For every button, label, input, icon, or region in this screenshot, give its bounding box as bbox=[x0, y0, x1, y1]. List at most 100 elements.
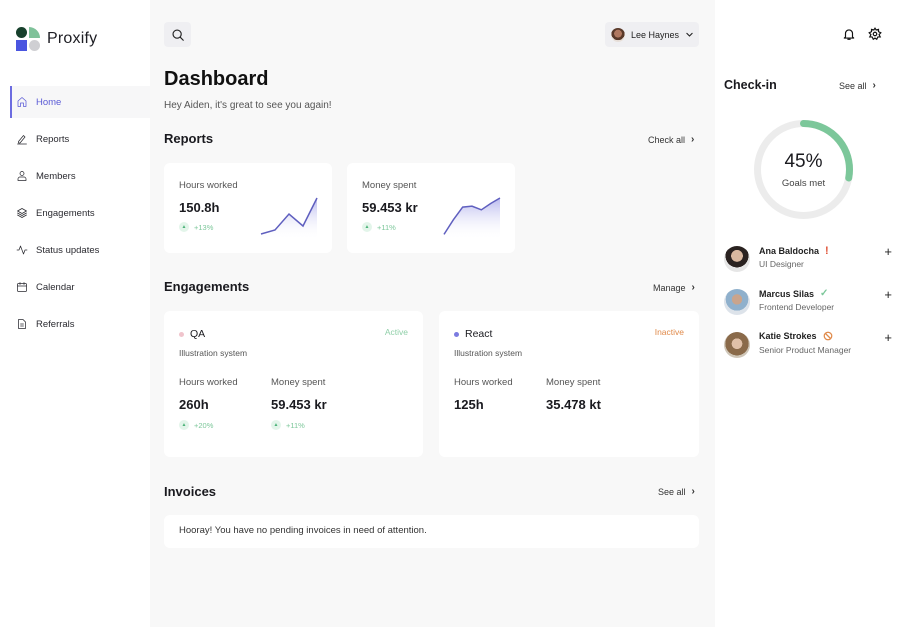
money-label: Money spent bbox=[271, 377, 326, 388]
delta-value: +20% bbox=[194, 420, 214, 430]
sidebar-item-label: Referrals bbox=[36, 318, 75, 330]
report-card-hours[interactable]: Hours worked 150.8h ▲ +13% bbox=[164, 163, 332, 253]
invoices-see-all-link[interactable]: See all › bbox=[658, 486, 695, 497]
blocked-icon bbox=[823, 331, 832, 341]
money-value: 59.453 kr bbox=[271, 397, 327, 412]
chevron-right-icon: › bbox=[691, 486, 695, 497]
engagement-name: QA bbox=[179, 328, 205, 340]
layers-icon bbox=[17, 208, 27, 218]
see-all-label: See all bbox=[658, 486, 686, 497]
pencil-icon bbox=[17, 135, 27, 145]
delta-value: +13% bbox=[194, 222, 214, 232]
member-item[interactable]: Ana Baldocha ! UI Designer + bbox=[724, 244, 892, 274]
user-icon bbox=[17, 171, 27, 181]
hours-label: Hours worked bbox=[454, 377, 513, 388]
sidebar-item-label: Status updates bbox=[36, 244, 100, 256]
member-name-text: Marcus Silas bbox=[759, 288, 815, 299]
member-name: Marcus Silas ✓ bbox=[759, 288, 828, 299]
sparkline-money bbox=[443, 197, 501, 240]
add-checkin-button[interactable]: + bbox=[884, 244, 892, 259]
report-label: Money spent bbox=[362, 180, 417, 191]
goals-progress-ring: 45% Goals met bbox=[752, 118, 855, 221]
checkin-see-all-link[interactable]: See all › bbox=[839, 80, 876, 91]
sidebar-item-members[interactable]: Members bbox=[10, 160, 150, 192]
status-dot bbox=[454, 331, 459, 337]
engagement-name: React bbox=[454, 328, 492, 340]
chevron-right-icon: › bbox=[872, 80, 876, 91]
add-checkin-button[interactable]: + bbox=[884, 287, 892, 302]
engagement-card-react[interactable]: React Inactive Illustration system Hours… bbox=[439, 311, 699, 457]
report-value: 59.453 kr bbox=[362, 200, 418, 215]
report-card-money[interactable]: Money spent 59.453 kr ▲ +11% bbox=[347, 163, 515, 253]
engagement-description: Illustration system bbox=[454, 348, 523, 358]
hours-label: Hours worked bbox=[179, 377, 238, 388]
engagement-name-text: QA bbox=[190, 328, 206, 340]
bell-icon bbox=[843, 29, 855, 40]
report-delta: ▲ +11% bbox=[362, 222, 396, 232]
sidebar-item-label: Calendar bbox=[36, 281, 75, 293]
invoices-title: Invoices bbox=[164, 484, 217, 499]
activity-icon bbox=[16, 245, 28, 255]
settings-button[interactable] bbox=[867, 26, 883, 42]
status-badge: Active bbox=[384, 327, 408, 337]
sidebar-item-status-updates[interactable]: Status updates bbox=[10, 234, 150, 266]
report-label: Hours worked bbox=[179, 180, 238, 191]
sidebar-item-label: Members bbox=[36, 170, 76, 182]
page-title: Dashboard bbox=[164, 68, 269, 90]
add-checkin-button[interactable]: + bbox=[884, 330, 892, 345]
sidebar-item-engagements[interactable]: Engagements bbox=[10, 197, 150, 229]
invoices-card: Hooray! You have no pending invoices in … bbox=[164, 515, 699, 548]
chevron-right-icon: › bbox=[691, 134, 695, 145]
check-all-link[interactable]: Check all › bbox=[648, 134, 694, 145]
manage-label: Manage bbox=[653, 282, 686, 293]
search-button[interactable] bbox=[164, 22, 191, 47]
hours-value: 260h bbox=[179, 397, 209, 412]
sidebar-item-reports[interactable]: Reports bbox=[10, 123, 150, 155]
goals-percent: 45% bbox=[784, 151, 823, 172]
alert-icon: ! bbox=[825, 245, 829, 257]
money-label: Money spent bbox=[546, 377, 601, 388]
notifications-button[interactable] bbox=[841, 26, 857, 42]
sidebar-item-referrals[interactable]: Referrals bbox=[10, 308, 150, 340]
sidebar-item-label: Engagements bbox=[36, 207, 95, 219]
logo[interactable]: Proxify bbox=[16, 27, 97, 51]
search-icon bbox=[171, 28, 184, 41]
checkin-title: Check-in bbox=[724, 78, 777, 92]
avatar bbox=[724, 289, 750, 315]
delta-value: +11% bbox=[377, 222, 396, 232]
member-item[interactable]: Katie Strokes Senior Product Manager + bbox=[724, 330, 892, 360]
engagement-name-text: React bbox=[465, 328, 493, 340]
goals-label: Goals met bbox=[781, 178, 826, 189]
trend-up-icon: ▲ bbox=[271, 420, 281, 430]
trend-up-icon: ▲ bbox=[179, 420, 189, 430]
member-item[interactable]: Marcus Silas ✓ Frontend Developer + bbox=[724, 287, 892, 317]
member-role: Senior Product Manager bbox=[759, 345, 852, 355]
checkin-panel: Check-in See all › 45% Goals met Ana Bal… bbox=[715, 0, 900, 627]
sidebar-item-home[interactable]: Home bbox=[10, 86, 150, 118]
avatar bbox=[611, 27, 625, 42]
status-badge: Inactive bbox=[654, 327, 684, 337]
money-delta: ▲ +11% bbox=[271, 420, 305, 430]
sidebar-item-label: Home bbox=[36, 96, 62, 108]
sidebar-item-calendar[interactable]: Calendar bbox=[10, 271, 150, 303]
sparkline-area bbox=[261, 198, 317, 240]
sidebar: Proxify Home Reports Members Engagements… bbox=[0, 0, 150, 627]
engagement-card-qa[interactable]: QA Active Illustration system Hours work… bbox=[164, 311, 423, 457]
hours-delta: ▲ +20% bbox=[179, 420, 213, 430]
user-name: Lee Haynes bbox=[631, 29, 680, 40]
home-icon bbox=[17, 97, 27, 107]
status-dot bbox=[179, 331, 184, 337]
member-role: UI Designer bbox=[759, 259, 804, 269]
member-role: Frontend Developer bbox=[759, 302, 835, 312]
money-value: 35.478 kt bbox=[546, 397, 601, 412]
member-name: Ana Baldocha ! bbox=[759, 245, 829, 257]
check-icon: ✓ bbox=[820, 288, 829, 299]
avatar bbox=[724, 332, 750, 358]
page-subtitle: Hey Aiden, it's great to see you again! bbox=[164, 100, 332, 111]
user-menu[interactable]: Lee Haynes bbox=[605, 22, 699, 47]
sidebar-item-label: Reports bbox=[36, 133, 70, 145]
hours-value: 125h bbox=[454, 397, 484, 412]
manage-link[interactable]: Manage › bbox=[653, 282, 695, 293]
main-content: Lee Haynes Dashboard Hey Aiden, it's gre… bbox=[150, 0, 715, 627]
member-name-text: Katie Strokes bbox=[759, 331, 817, 341]
